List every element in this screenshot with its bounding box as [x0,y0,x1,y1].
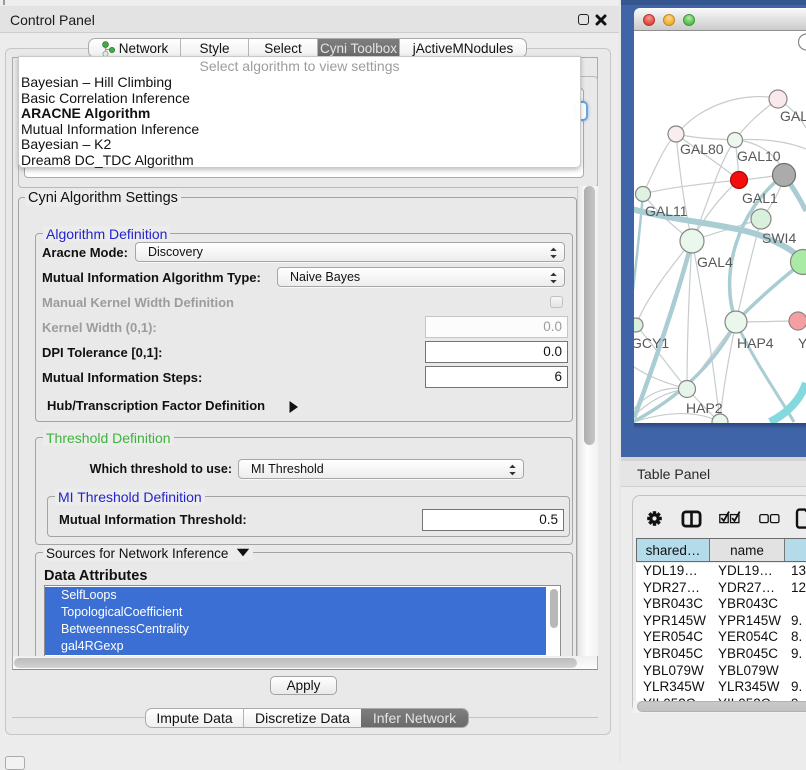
svg-text:GAL80: GAL80 [680,141,724,157]
svg-text:GAL1: GAL1 [742,190,778,206]
svg-text:GAL7: GAL7 [780,108,806,124]
svg-text:GAL11: GAL11 [645,203,688,219]
svg-text:SWI4: SWI4 [762,230,796,246]
svg-text:HAP2: HAP2 [686,400,723,416]
svg-text:Y: Y [798,335,806,351]
svg-text:GCY1: GCY1 [634,335,669,351]
svg-text:HAP4: HAP4 [737,335,774,351]
svg-text:GAL4: GAL4 [697,254,733,270]
svg-text:GAL10: GAL10 [737,148,781,164]
